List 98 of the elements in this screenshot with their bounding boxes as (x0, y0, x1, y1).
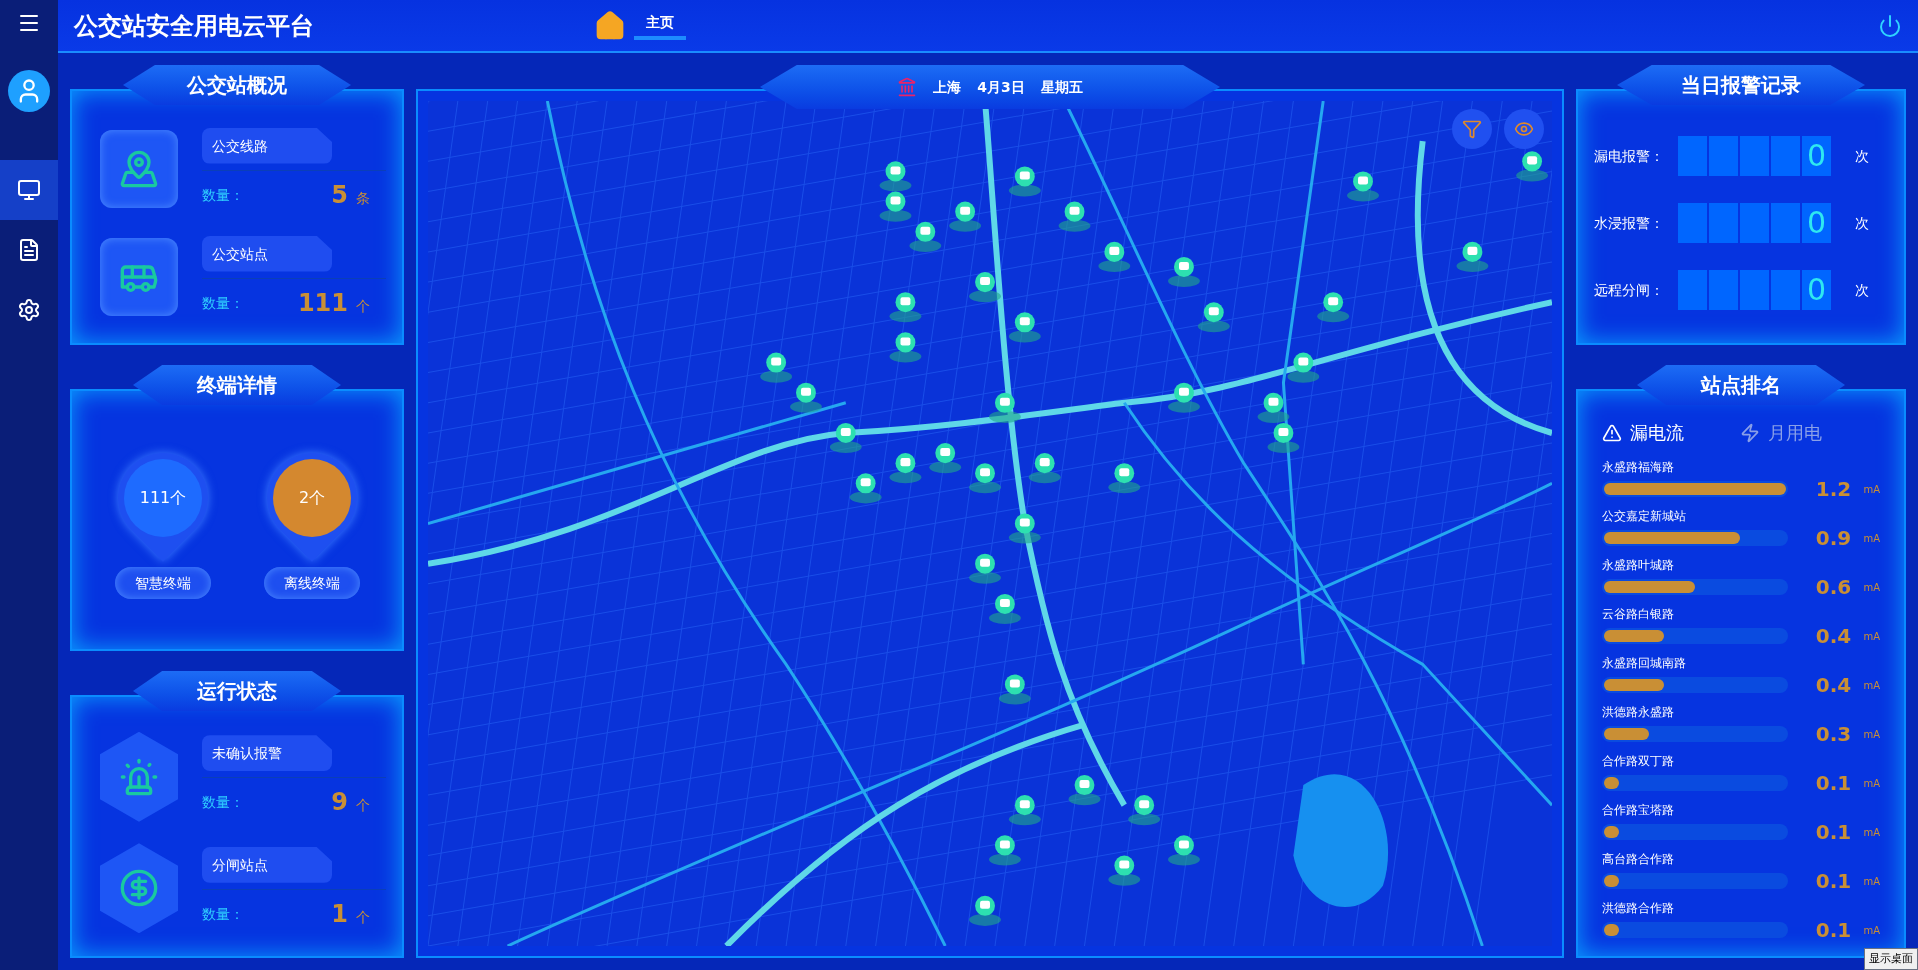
terminal-count: 111个 (123, 459, 202, 537)
station-name: 合作路宝塔路 (1602, 802, 1675, 818)
digit-value: 0 (1802, 269, 1831, 310)
ranking-unit: mA (1863, 531, 1880, 546)
item-label: 分闸站点 (202, 846, 332, 883)
digit-slot (1771, 269, 1800, 310)
count-unit: 个 (356, 796, 370, 816)
ranking-value: 0.1 (1815, 868, 1852, 895)
alarm-unit: 次 (1855, 214, 1869, 233)
document-icon (17, 238, 41, 262)
item-label: 未确认报警 (202, 735, 332, 772)
station-name: 洪德路永盛路 (1602, 704, 1675, 720)
ranking-tab[interactable]: 月用电 (1740, 419, 1822, 447)
monitor-icon (17, 178, 41, 202)
siren-icon (119, 756, 159, 797)
digit-slot (1740, 203, 1769, 243)
ranking-value: 0.1 (1815, 819, 1852, 846)
ranking-value: 1.2 (1815, 476, 1852, 503)
ranking-value: 0.4 (1815, 672, 1852, 699)
digit-value: 0 (1802, 203, 1831, 243)
count-value: 111 (297, 287, 348, 319)
ranking-unit: mA (1863, 482, 1880, 497)
ranking-unit: mA (1863, 629, 1880, 644)
count-unit: 条 (356, 188, 370, 208)
date-text: 4月3日 (977, 78, 1025, 97)
location-text: 上海 (933, 78, 962, 97)
ranking-value: 0.9 (1815, 525, 1852, 552)
count-unit: 个 (356, 296, 370, 316)
digit-slot (1709, 269, 1738, 310)
weekday-text: 星期五 (1040, 78, 1083, 97)
count-label: 数量： (202, 793, 244, 813)
panel-title: 公交站概况 (123, 65, 351, 105)
ranking-value: 0.1 (1815, 917, 1852, 944)
terminal-button[interactable]: 智慧终端 (114, 567, 211, 599)
digit-slot (1771, 203, 1800, 243)
station-name: 永盛路叶城路 (1602, 557, 1675, 573)
tooltip: 显示桌面 (1864, 947, 1918, 970)
count-value: 5 (331, 179, 348, 211)
ranking-unit: mA (1863, 825, 1880, 840)
ranking-value: 0.6 (1815, 574, 1852, 601)
digit-slot (1678, 203, 1707, 243)
panel-title: 运行状态 (133, 671, 341, 711)
station-name: 高台路合作路 (1602, 851, 1675, 867)
station-name: 云谷路白银路 (1602, 606, 1675, 622)
building-icon (897, 77, 918, 97)
panel-title: 站点排名 (1637, 365, 1845, 405)
digit-slot (1678, 269, 1707, 310)
ranking-value: 0.1 (1815, 770, 1852, 797)
item-label: 公交线路 (202, 127, 332, 164)
alarm-label: 远程分闸： (1594, 280, 1665, 300)
digit-slot (1709, 203, 1738, 243)
count-unit: 个 (356, 907, 370, 927)
map-pin-icon (119, 149, 159, 189)
item-label: 公交站点 (202, 235, 332, 272)
digit-slot (1709, 136, 1738, 177)
eye-icon (1514, 119, 1534, 139)
count-label: 数量： (202, 293, 244, 313)
digit-value: 0 (1802, 136, 1831, 177)
ranking-unit: mA (1863, 727, 1880, 742)
app-title: 公交站安全用电云平台 (74, 10, 315, 42)
sidebar-item[interactable] (0, 160, 58, 220)
digit-slot (1771, 136, 1800, 177)
station-name: 永盛路回城南路 (1602, 655, 1687, 671)
ranking-unit: mA (1863, 678, 1880, 693)
settings-icon (17, 298, 41, 322)
station-name: 永盛路福海路 (1602, 459, 1675, 475)
terminal-button[interactable]: 离线终端 (263, 567, 360, 599)
alarm-unit: 次 (1855, 280, 1869, 300)
count-value: 9 (331, 787, 348, 819)
ranking-unit: mA (1863, 580, 1880, 595)
filter-icon (1462, 119, 1482, 139)
count-value: 1 (331, 898, 348, 930)
station-name: 合作路双丁路 (1602, 753, 1675, 769)
station-name: 公交嘉定新城站 (1602, 508, 1687, 524)
station-name: 洪德路合作路 (1602, 900, 1675, 916)
warning-icon (1602, 423, 1622, 443)
ranking-value: 0.3 (1815, 721, 1852, 748)
digit-slot (1740, 136, 1769, 177)
ranking-tab[interactable]: 漏电流 (1602, 419, 1684, 447)
nav-tab[interactable]: 主页 (594, 9, 686, 42)
alarm-unit: 次 (1855, 147, 1869, 167)
terminal-count: 2个 (272, 459, 351, 537)
ranking-unit: mA (1863, 874, 1880, 889)
ranking-unit: mA (1863, 776, 1880, 791)
panel-title: 当日报警记录 (1617, 65, 1865, 105)
digit-slot (1678, 136, 1707, 177)
alarm-label: 漏电报警： (1594, 147, 1665, 167)
lightning-icon (1740, 423, 1760, 443)
panel-title: 终端详情 (133, 365, 341, 405)
alarm-label: 水浸报警： (1594, 214, 1665, 233)
count-label: 数量： (202, 185, 244, 205)
power-icon (1878, 13, 1902, 38)
house-icon (594, 9, 626, 42)
power-button[interactable] (1878, 13, 1902, 38)
count-label: 数量： (202, 904, 244, 924)
ranking-value: 0.4 (1815, 623, 1852, 650)
ranking-unit: mA (1863, 923, 1880, 938)
digit-slot (1740, 269, 1769, 310)
